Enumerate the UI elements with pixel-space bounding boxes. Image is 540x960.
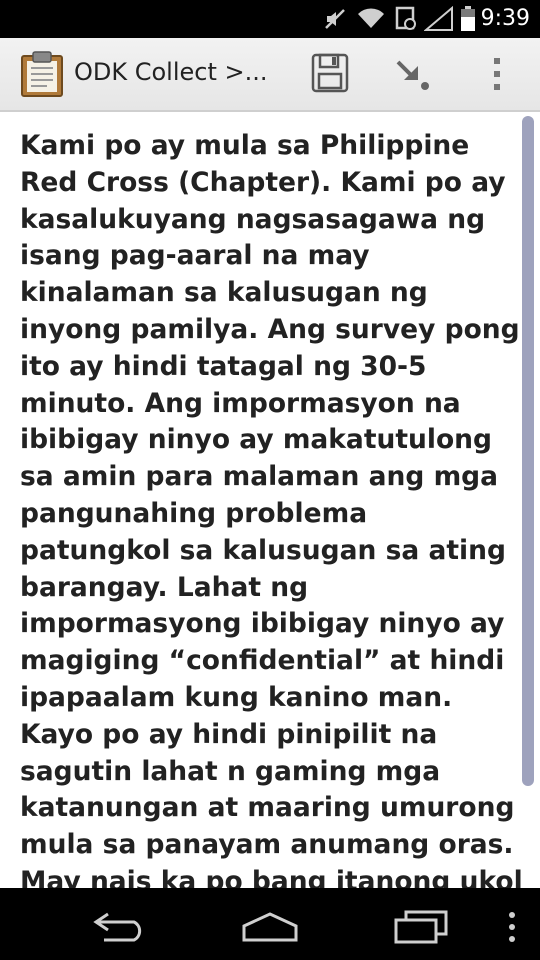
navigation-bar	[0, 888, 540, 960]
save-icon[interactable]	[310, 52, 350, 93]
recents-icon[interactable]	[392, 908, 452, 948]
scrollbar-thumb[interactable]	[522, 116, 534, 786]
clipboard-icon	[20, 50, 64, 98]
sync-icon	[394, 6, 418, 36]
battery-icon	[460, 6, 476, 36]
mute-icon	[322, 6, 348, 36]
action-bar: ODK Collect >...	[0, 38, 540, 112]
signal-icon	[423, 5, 454, 36]
wifi-icon	[356, 6, 386, 36]
overflow-menu-icon[interactable]	[480, 54, 514, 94]
status-time: 9:39	[480, 6, 530, 31]
question-view[interactable]: Kami po ay mula sa Philippine Red Cross …	[0, 112, 540, 888]
screen: 9:39 ODK Collect >... Kami po ay mula sa…	[0, 0, 540, 960]
back-icon[interactable]	[90, 908, 150, 948]
question-text: Kami po ay mula sa Philippine Red Cross …	[20, 130, 523, 888]
home-icon[interactable]	[240, 910, 300, 948]
forward-icon[interactable]	[394, 56, 434, 96]
menu-icon[interactable]	[502, 910, 522, 948]
scrollbar[interactable]	[522, 112, 538, 888]
app-title[interactable]: ODK Collect >...	[74, 58, 268, 86]
status-bar: 9:39	[0, 0, 540, 38]
